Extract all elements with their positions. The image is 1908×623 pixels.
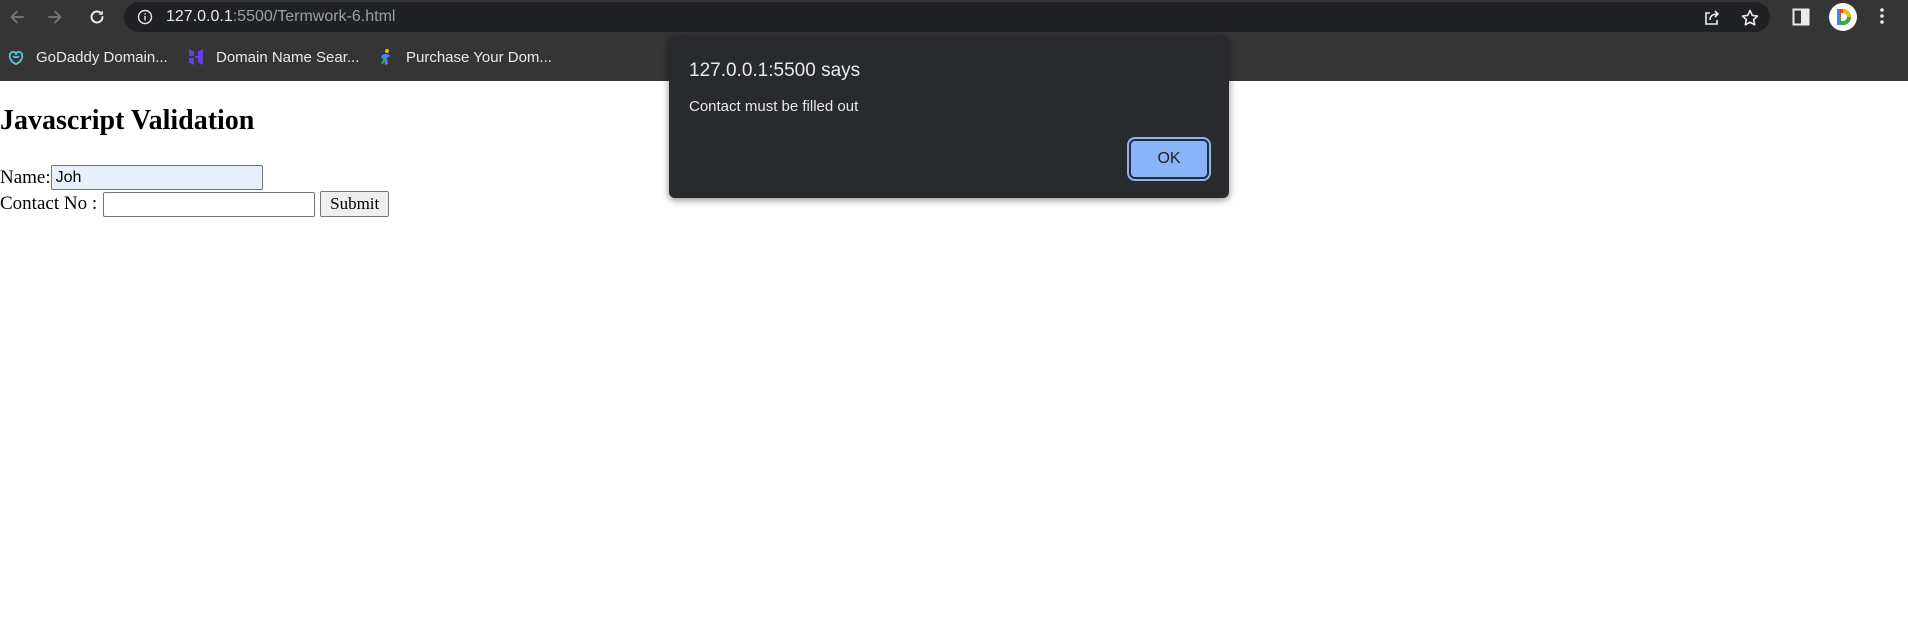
- domain-icon: [376, 47, 396, 67]
- side-panel-icon[interactable]: [1792, 8, 1810, 26]
- forward-button[interactable]: [41, 3, 69, 31]
- bookmark-label: Domain Name Sear...: [216, 48, 360, 66]
- share-icon[interactable]: [1702, 8, 1722, 28]
- name-label: Name:: [0, 166, 51, 188]
- back-button[interactable]: [3, 3, 31, 31]
- menu-kebab-icon[interactable]: [1872, 6, 1892, 26]
- alert-dialog: 127.0.0.1:5500 says Contact must be fill…: [669, 36, 1229, 198]
- reload-icon: [90, 10, 104, 24]
- ok-button[interactable]: OK: [1127, 137, 1211, 181]
- bookmark-label: Purchase Your Dom...: [406, 48, 552, 66]
- profile-avatar[interactable]: [1829, 3, 1857, 31]
- url-path: :5500/Termwork-6.html: [232, 8, 396, 25]
- url-host: 127.0.0.1: [166, 8, 233, 25]
- url-text[interactable]: 127.0.0.1:5500/Termwork-6.html: [166, 8, 395, 26]
- contact-label: Contact No :: [0, 193, 98, 214]
- reload-button[interactable]: [83, 3, 111, 31]
- page-title: Javascript Validation: [0, 105, 255, 136]
- bookmark-star-icon[interactable]: [1740, 8, 1760, 28]
- contact-row: Contact No : Submit: [0, 191, 390, 217]
- submit-button[interactable]: Submit: [320, 191, 390, 217]
- hostinger-icon: [186, 47, 206, 67]
- site-info-icon[interactable]: [137, 9, 153, 25]
- browser-toolbar: 127.0.0.1:5500/Termwork-6.html: [0, 0, 1908, 34]
- back-arrow-icon: [10, 10, 24, 24]
- bookmark-purchase-domain[interactable]: Purchase Your Dom...: [376, 46, 552, 68]
- contact-input[interactable]: [103, 191, 316, 217]
- dialog-message: Contact must be filled out: [689, 98, 859, 115]
- dialog-title: 127.0.0.1:5500 says: [689, 60, 861, 81]
- forward-arrow-icon: [48, 10, 62, 24]
- profile-d-icon: [1837, 9, 1851, 25]
- name-input[interactable]: [50, 165, 263, 190]
- name-row: Name:: [0, 165, 263, 190]
- godaddy-icon: [6, 47, 26, 67]
- address-bar[interactable]: 127.0.0.1:5500/Termwork-6.html: [124, 2, 1770, 32]
- bookmark-domain-name-search[interactable]: Domain Name Sear...: [186, 46, 359, 68]
- bookmark-label: GoDaddy Domain...: [36, 48, 168, 66]
- bookmark-godaddy[interactable]: GoDaddy Domain...: [6, 46, 168, 68]
